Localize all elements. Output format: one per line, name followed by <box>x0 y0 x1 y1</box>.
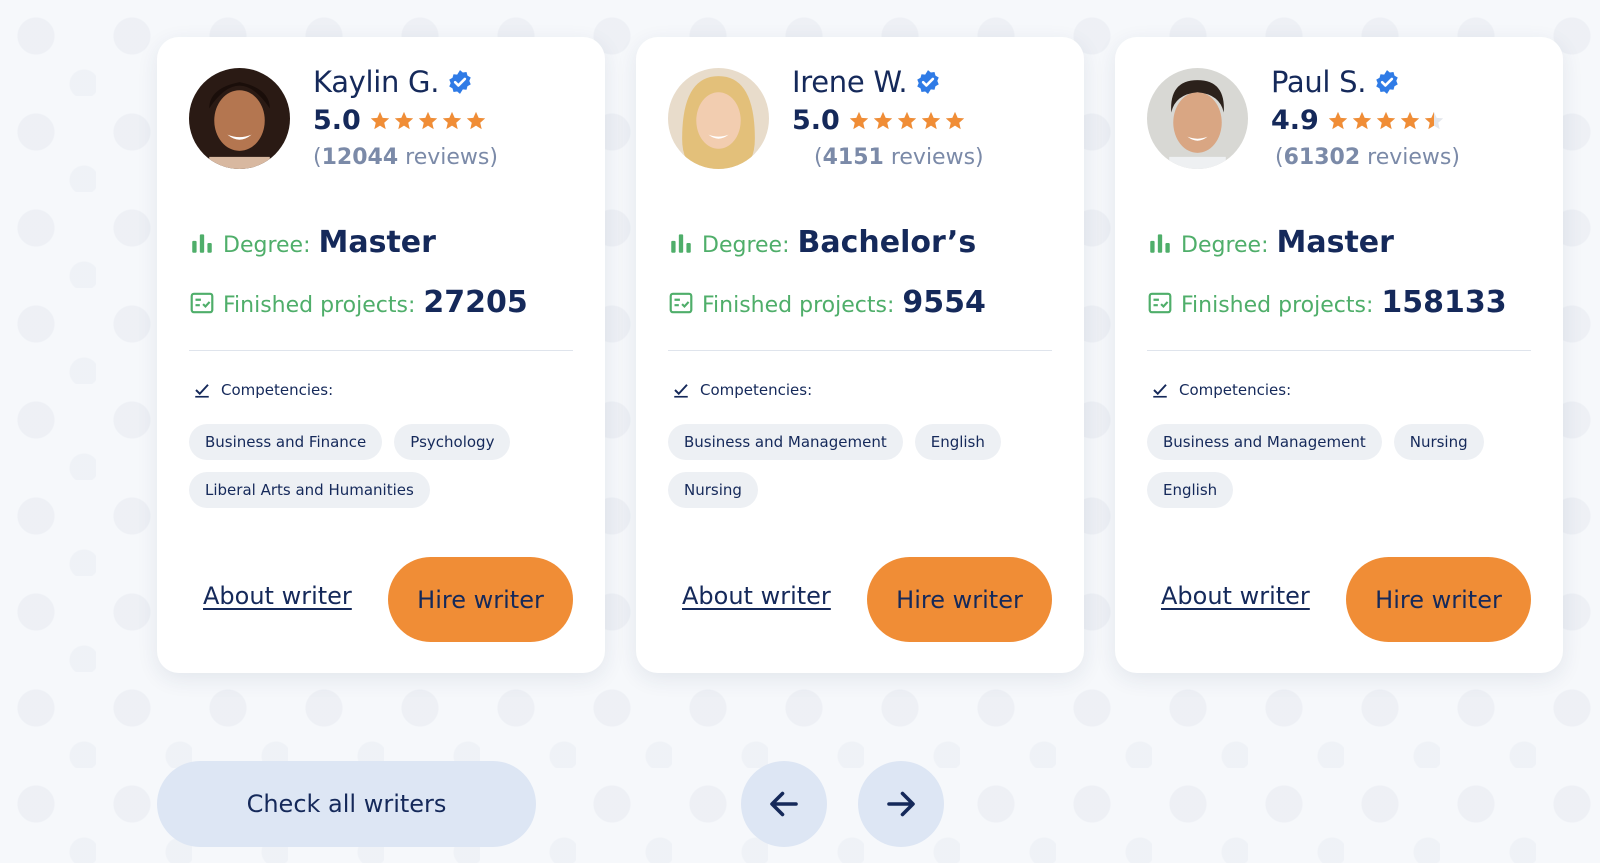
degree-row: Degree: Master <box>189 225 436 260</box>
writer-card-kaylin: Kaylin G. 5.0 (12044 reviews) Degree: Ma… <box>157 37 605 673</box>
verified-badge-icon <box>1374 69 1400 95</box>
competency-tag: Psychology <box>394 424 511 460</box>
avatar <box>668 68 769 169</box>
avatar <box>1147 68 1248 169</box>
competencies-row: Competencies: <box>672 381 812 399</box>
star-rating <box>1327 110 1445 132</box>
degree-label: Degree: <box>702 233 790 258</box>
star-icon <box>369 110 391 132</box>
degree-value: Master <box>318 225 436 260</box>
divider <box>189 350 573 351</box>
projects-row: Finished projects: 9554 <box>668 285 986 320</box>
checklist-icon <box>189 290 215 316</box>
degree-value: Bachelor’s <box>797 225 977 260</box>
writer-name: Paul S. <box>1271 65 1367 99</box>
about-writer-link[interactable]: About writer <box>1161 582 1310 610</box>
checkmark-icon <box>193 381 211 399</box>
star-icon <box>944 110 966 132</box>
projects-row: Finished projects: 158133 <box>1147 285 1507 320</box>
bar-chart-icon <box>189 230 215 256</box>
star-icon <box>1375 110 1397 132</box>
competency-tags: Business and Management Nursing English <box>1147 424 1547 508</box>
competency-tag: Nursing <box>668 472 758 508</box>
degree-row: Degree: Bachelor’s <box>668 225 976 260</box>
competencies-row: Competencies: <box>1151 381 1291 399</box>
hire-writer-button[interactable]: Hire writer <box>388 557 573 642</box>
star-icon <box>1399 110 1421 132</box>
projects-label: Finished projects: <box>223 293 416 318</box>
competency-tag: Business and Management <box>668 424 903 460</box>
hire-writer-button[interactable]: Hire writer <box>867 557 1052 642</box>
arrow-left-icon <box>766 786 802 822</box>
star-icon <box>920 110 942 132</box>
bar-chart-icon <box>668 230 694 256</box>
divider <box>668 350 1052 351</box>
avatar <box>189 68 290 169</box>
rating-value: 4.9 <box>1271 105 1319 136</box>
verified-badge-icon <box>915 69 941 95</box>
projects-value: 158133 <box>1381 285 1507 320</box>
star-icon <box>393 110 415 132</box>
star-icon <box>1351 110 1373 132</box>
competency-tag: Liberal Arts and Humanities <box>189 472 430 508</box>
rating-value: 5.0 <box>792 105 840 136</box>
writer-name: Kaylin G. <box>313 65 440 99</box>
hire-writer-button[interactable]: Hire writer <box>1346 557 1531 642</box>
previous-button[interactable] <box>741 761 827 847</box>
checkmark-icon <box>672 381 690 399</box>
degree-row: Degree: Master <box>1147 225 1394 260</box>
competencies-label: Competencies: <box>1179 381 1292 399</box>
degree-value: Master <box>1276 225 1394 260</box>
about-writer-link[interactable]: About writer <box>682 582 831 610</box>
competency-tags: Business and Finance Psychology Liberal … <box>189 424 589 508</box>
competency-tag: English <box>914 424 1001 460</box>
projects-value: 27205 <box>423 285 528 320</box>
star-icon <box>417 110 439 132</box>
competency-tags: Business and Management English Nursing <box>668 424 1068 508</box>
writer-name: Irene W. <box>792 65 908 99</box>
projects-value: 9554 <box>902 285 986 320</box>
verified-badge-icon <box>447 69 473 95</box>
divider <box>1147 350 1531 351</box>
competencies-label: Competencies: <box>700 381 813 399</box>
star-icon <box>441 110 463 132</box>
competency-tag: Business and Management <box>1147 424 1382 460</box>
star-icon <box>872 110 894 132</box>
writer-card-paul: Paul S. 4.9 (61302 reviews) Degree: Mast… <box>1115 37 1563 673</box>
check-all-writers-button[interactable]: Check all writers <box>157 761 536 847</box>
competency-tag: Nursing <box>1393 424 1484 460</box>
rating-value: 5.0 <box>313 105 361 136</box>
reviews-count: (61302 reviews) <box>1275 145 1460 170</box>
next-button[interactable] <box>858 761 944 847</box>
writer-card-irene: Irene W. 5.0 (4151 reviews) Degree: Bach… <box>636 37 1084 673</box>
competency-tag: English <box>1147 472 1234 508</box>
reviews-count: (4151 reviews) <box>814 145 984 170</box>
checklist-icon <box>1147 290 1173 316</box>
projects-label: Finished projects: <box>702 293 895 318</box>
checklist-icon <box>668 290 694 316</box>
degree-label: Degree: <box>223 233 311 258</box>
competencies-label: Competencies: <box>221 381 334 399</box>
star-icon <box>896 110 918 132</box>
star-icon <box>1423 110 1445 132</box>
star-rating <box>369 110 487 132</box>
reviews-count: (12044 reviews) <box>313 145 498 170</box>
star-icon <box>1327 110 1349 132</box>
competencies-row: Competencies: <box>193 381 333 399</box>
arrow-right-icon <box>883 786 919 822</box>
bar-chart-icon <box>1147 230 1173 256</box>
star-rating <box>848 110 966 132</box>
projects-label: Finished projects: <box>1181 293 1374 318</box>
projects-row: Finished projects: 27205 <box>189 285 528 320</box>
checkmark-icon <box>1151 381 1169 399</box>
competency-tag: Business and Finance <box>189 424 383 460</box>
about-writer-link[interactable]: About writer <box>203 582 352 610</box>
star-icon <box>848 110 870 132</box>
star-icon <box>465 110 487 132</box>
degree-label: Degree: <box>1181 233 1269 258</box>
